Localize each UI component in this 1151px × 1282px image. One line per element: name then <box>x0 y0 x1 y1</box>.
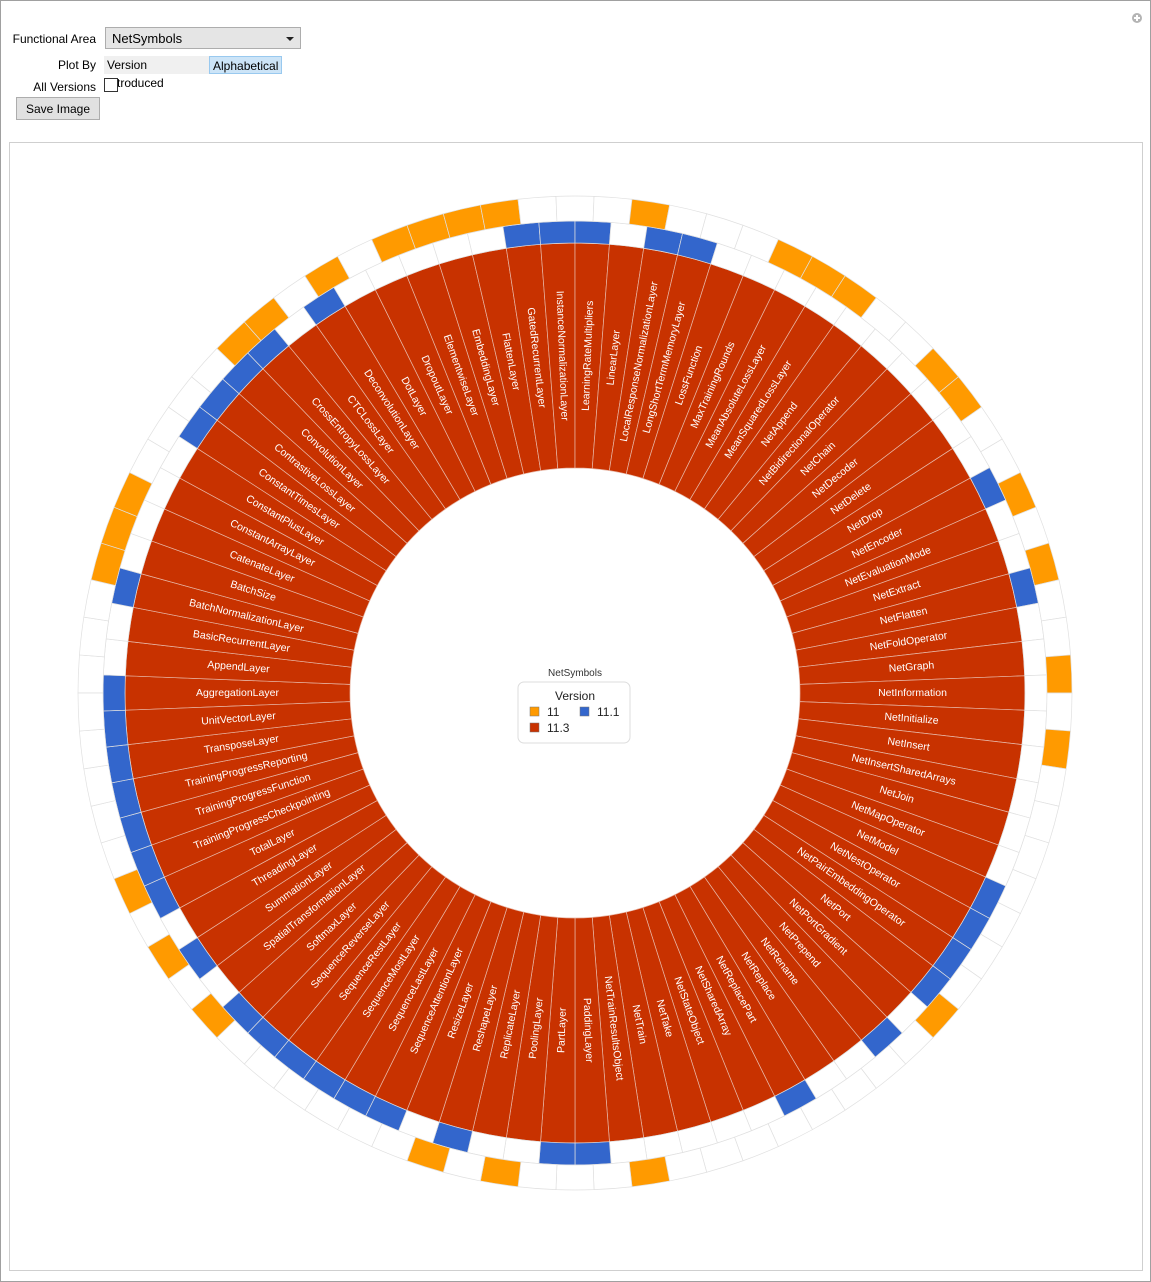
ring-11-1-cell-aggregation-layer <box>102 674 126 712</box>
ring-11-cell-net-fold-operator <box>1041 616 1071 658</box>
ring-11-cell-net-train-results-object <box>592 1161 633 1191</box>
wedge-label: NetInformation <box>878 687 947 699</box>
wedge-label: AggregationLayer <box>196 687 279 699</box>
legend-swatch-11-3 <box>529 722 540 733</box>
ring-11-cell-net-graph <box>1045 654 1073 694</box>
ring-11-cell-padding-layer <box>555 1164 595 1191</box>
ring-11-1-cell-gated-recurrent-layer <box>502 222 541 249</box>
ring-11-1-cell-linear-layer <box>609 222 648 249</box>
legend-label-11-1: 11.1 <box>597 705 620 719</box>
ring-11-cell-net-train <box>628 1155 671 1188</box>
ring-11-cell-flatten-layer <box>479 198 522 231</box>
ring-11-cell-part-layer <box>517 1161 558 1191</box>
ring-11-cell-net-initialize <box>1041 728 1071 770</box>
ring-11-1-cell-padding-layer <box>574 1141 612 1166</box>
ring-11-cell-transpose-layer <box>79 728 109 770</box>
ring-11-cell-pooling-layer <box>479 1155 522 1188</box>
legend-title: Version <box>555 689 595 703</box>
chart-title: NetSymbols <box>548 668 602 679</box>
ring-11-1-cell-net-initialize <box>1021 709 1048 748</box>
ring-11-1-cell-net-information <box>1024 674 1048 712</box>
wedge-label: PartLayer <box>555 1007 569 1053</box>
ring-11-cell-gated-recurrent-layer <box>517 196 558 225</box>
ring-11-cell-linear-layer <box>628 198 671 231</box>
ring-11-1-cell-append-layer <box>102 638 129 677</box>
ring-11-1-cell-learning-rate-multipliers <box>574 220 612 245</box>
ring-11-1-cell-net-graph <box>1021 638 1048 677</box>
ring-11-cell-net-information <box>1045 692 1073 732</box>
ring-11-cell-append-layer <box>79 616 109 658</box>
ring-11-1-cell-net-train-results-object <box>609 1137 648 1164</box>
ring-11-1-cell-part-layer <box>538 1141 576 1166</box>
ring-11-cell-unit-vector-layer <box>77 692 105 732</box>
legend-label-11: 11 <box>547 705 560 719</box>
legend-swatch-11-1 <box>579 706 590 717</box>
legend-swatch-11 <box>529 706 540 717</box>
ring-11-cell-learning-rate-multipliers <box>592 196 633 225</box>
legend: Version 11 11.1 11.3 <box>517 681 631 744</box>
ring-11-cell-aggregation-layer <box>77 654 105 694</box>
ring-11-cell-instance-normalization-layer <box>555 195 595 222</box>
ring-11-1-cell-instance-normalization-layer <box>538 220 576 245</box>
legend-label-11-3: 11.3 <box>547 721 570 735</box>
ring-11-1-cell-pooling-layer <box>502 1137 541 1164</box>
wedge-label: PaddingLayer <box>581 998 595 1064</box>
ring-11-1-cell-unit-vector-layer <box>102 709 129 748</box>
radial-chart: AggregationLayerAppendLayerBasicRecurren… <box>77 195 1073 1191</box>
